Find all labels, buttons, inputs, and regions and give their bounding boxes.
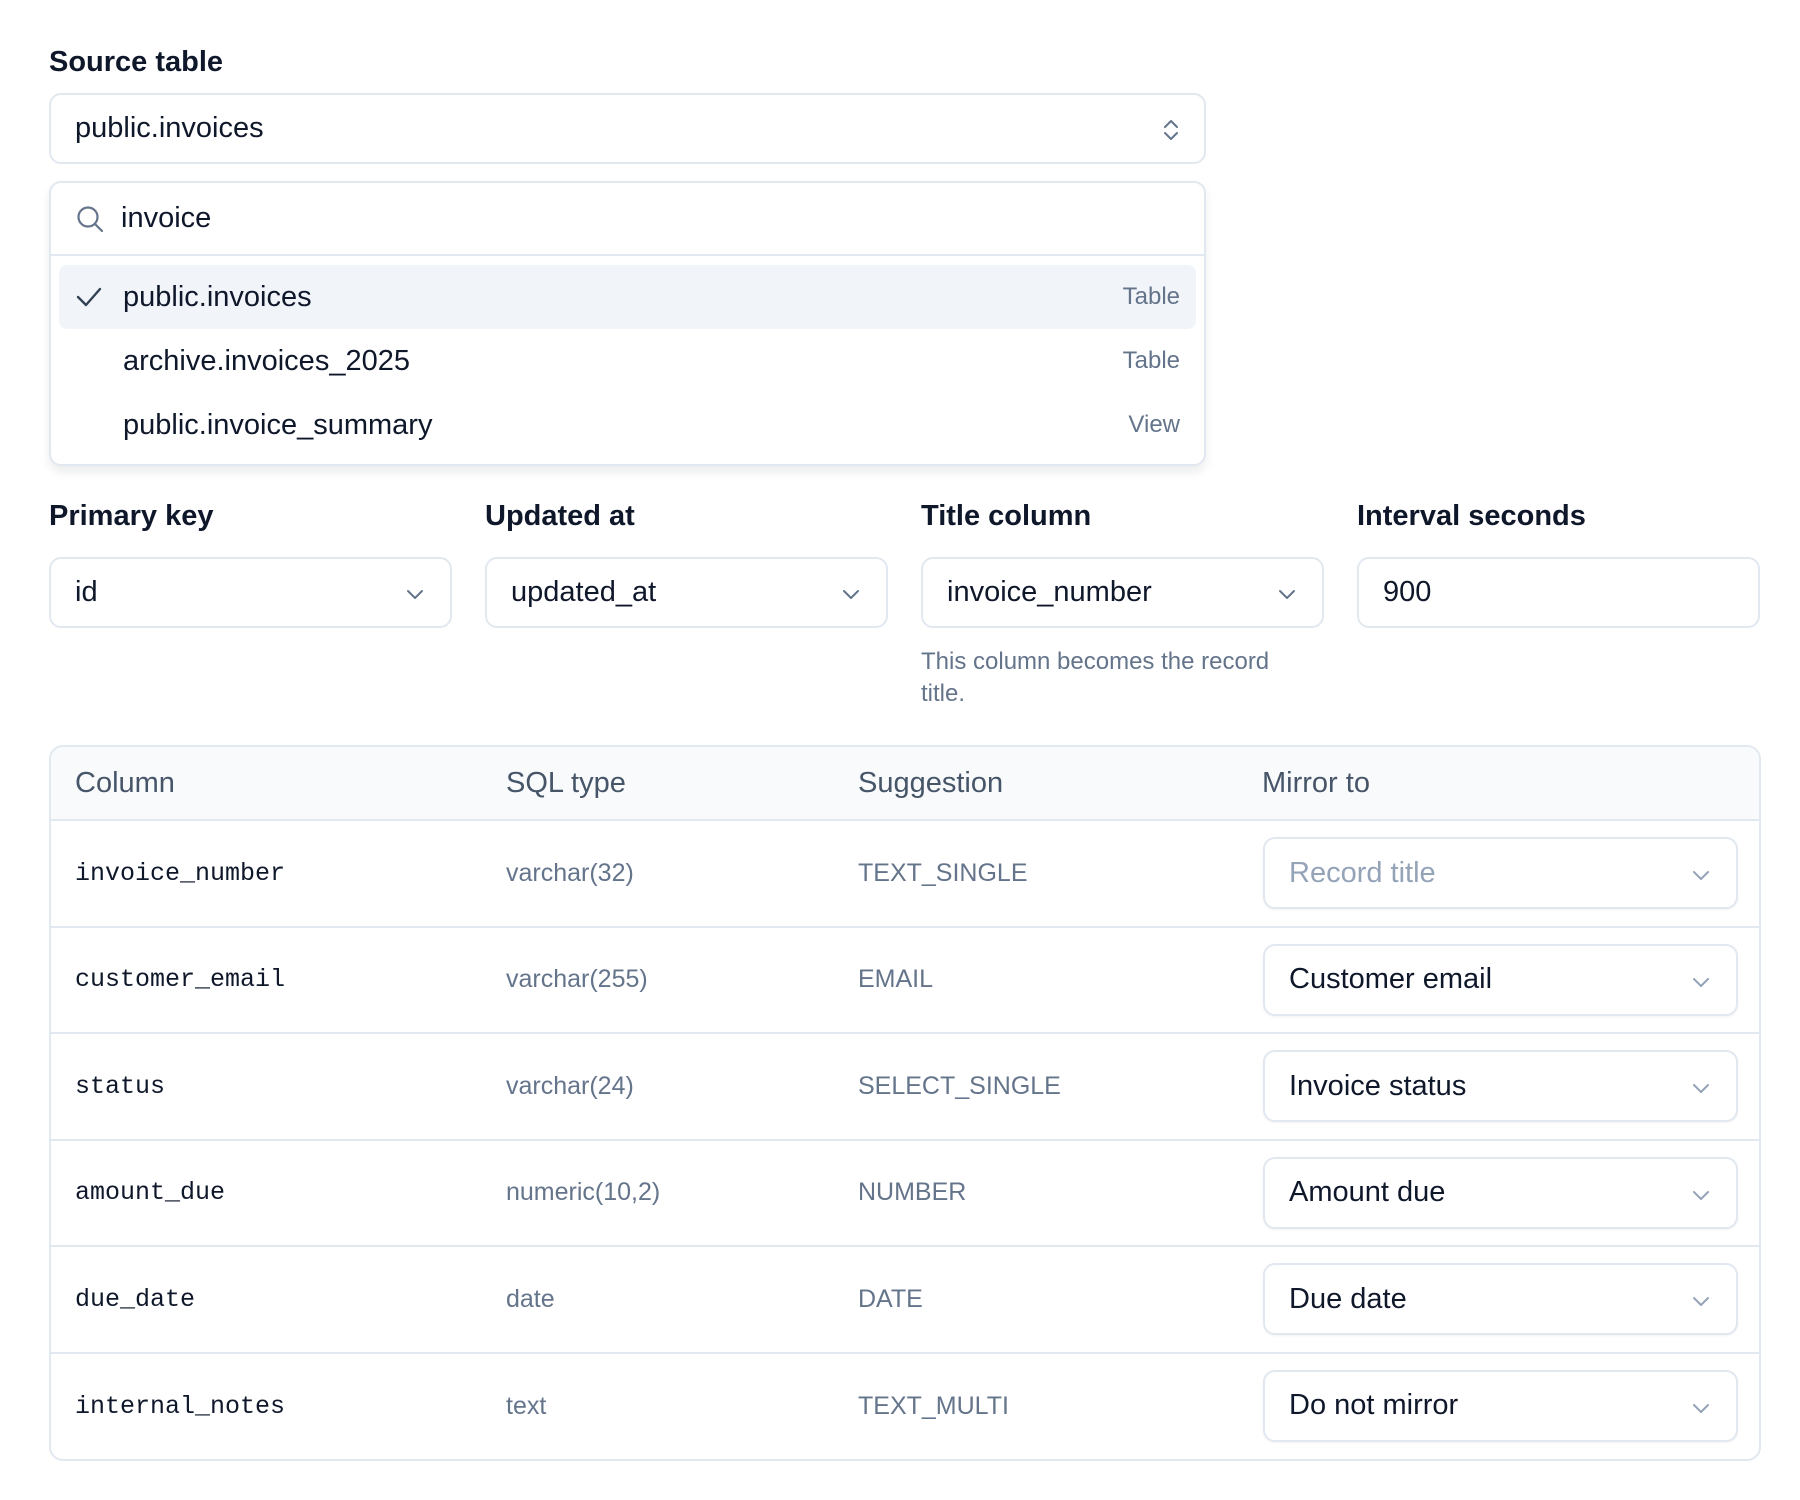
column-name: internal_notes [75, 1392, 286, 1422]
title-column-label: Title column [921, 500, 1092, 532]
chevron-down-icon [1693, 871, 1709, 880]
chevron-down-icon [843, 590, 859, 599]
chevron-down-icon [1693, 1084, 1709, 1093]
option-name: public.invoice_summary [123, 408, 433, 441]
option-kind: Table [1122, 283, 1180, 310]
chevron-down-icon [1693, 977, 1709, 987]
source-table-label: Source table [49, 46, 224, 78]
sql-type: text [506, 1392, 547, 1421]
interval-input[interactable]: 900 [1357, 557, 1760, 628]
chevron-down-icon [1693, 1297, 1709, 1306]
updated-at-value: updated_at [511, 576, 657, 608]
title-column-helper: This column becomes the record title. [921, 648, 1270, 707]
table-row: amount_due numeric(10,2) NUMBER Amount due [51, 1141, 1759, 1247]
option-kind: View [1128, 411, 1180, 438]
search-icon [77, 205, 104, 232]
sql-type: varchar(24) [506, 1071, 634, 1100]
sql-type: varchar(32) [506, 858, 634, 887]
title-column-value: invoice_number [947, 576, 1152, 608]
suggestion: EMAIL [858, 965, 934, 994]
mirror-to-value: Amount due [1289, 1176, 1446, 1208]
option-archive-invoices-2025[interactable]: archive.invoices_2025 Table [59, 329, 1196, 393]
primary-key-value: id [75, 576, 98, 608]
source-table-value: public.invoices [75, 112, 264, 144]
mirror-to-value: Record title [1289, 856, 1436, 889]
chevron-down-icon [407, 590, 423, 599]
primary-key-field: Primary key id [49, 500, 452, 628]
primary-key-label: Primary key [49, 500, 214, 532]
mirror-to-value: Customer email [1289, 963, 1493, 995]
column-name: amount_due [75, 1178, 226, 1208]
table-row: due_date date DATE Due date [51, 1247, 1759, 1354]
sql-type: date [506, 1284, 555, 1313]
chevron-updown-icon [1164, 120, 1178, 140]
mirror-to-value: Invoice status [1289, 1069, 1467, 1102]
option-public-invoice-summary[interactable]: public.invoice_summary View [59, 393, 1196, 457]
table-row: internal_notes text TEXT_MULTI Do not mirro… [51, 1354, 1759, 1460]
column-name: customer_email [75, 965, 286, 995]
header-suggestion: Suggestion [858, 766, 1004, 799]
header-column: Column [75, 766, 175, 799]
mirror-to-select: Record title [1263, 837, 1738, 909]
mirror-to-select[interactable]: Customer email [1263, 943, 1738, 1016]
interval-field: Interval seconds 900 [1357, 500, 1760, 628]
mirror-to-select[interactable]: Invoice status [1263, 1050, 1738, 1122]
option-name: archive.invoices_2025 [123, 344, 410, 377]
chevron-down-icon [1693, 1190, 1709, 1200]
chevron-down-icon [1279, 590, 1295, 599]
option-public-invoices[interactable]: public.invoices Table [59, 265, 1196, 329]
column-name: invoice_number [75, 858, 286, 888]
mirror-to-select[interactable]: Do not mirror [1263, 1369, 1738, 1442]
option-kind: Table [1122, 347, 1180, 374]
mirror-to-value: Due date [1289, 1282, 1407, 1315]
search-row[interactable]: invoice [51, 183, 1204, 256]
source-table-select[interactable]: public.invoices [49, 93, 1206, 164]
chevron-down-icon [1693, 1403, 1709, 1413]
primary-key-select[interactable]: id [49, 557, 452, 628]
option-name: public.invoices [123, 280, 312, 313]
updated-at-select[interactable]: updated_at [485, 557, 888, 628]
source-table-dropdown: invoice public.invoices Table archive.in… [49, 181, 1206, 466]
mirror-to-select[interactable]: Amount due [1263, 1156, 1738, 1229]
table-row: customer_email varchar(255) EMAIL Customer … [51, 928, 1759, 1034]
updated-at-label: Updated at [485, 500, 635, 532]
table-header: Column SQL type Suggestion Mirror to [51, 747, 1759, 821]
sql-type: varchar(255) [506, 965, 648, 994]
suggestion: NUMBER [858, 1178, 967, 1207]
table-row: invoice_number varchar(32) TEXT_SINGLE Reco… [51, 821, 1759, 928]
interval-value: 900 [1383, 576, 1432, 608]
header-sql-type: SQL type [506, 766, 626, 799]
check-icon [76, 287, 102, 307]
updated-at-field: Updated at updated_at [485, 500, 888, 628]
title-column-field: Title column invoice_number This column … [921, 500, 1324, 710]
header-mirror-to: Mirror to [1262, 766, 1370, 799]
table-row: status varchar(24) SELECT_SINGLE Invoice st… [51, 1034, 1759, 1141]
suggestion: DATE [858, 1284, 923, 1313]
column-mapping-table: Column SQL type Suggestion Mirror to inv… [49, 745, 1761, 1461]
title-column-select[interactable]: invoice_number [921, 557, 1324, 628]
column-name: status [75, 1071, 166, 1101]
mirror-to-value: Do not mirror [1289, 1389, 1459, 1421]
interval-label: Interval seconds [1357, 500, 1586, 532]
suggestion: TEXT_MULTI [858, 1392, 1009, 1421]
search-input[interactable]: invoice [121, 202, 211, 235]
suggestion: SELECT_SINGLE [858, 1071, 1061, 1100]
mirror-to-select[interactable]: Due date [1263, 1263, 1738, 1335]
column-name: due_date [75, 1284, 196, 1314]
suggestion: TEXT_SINGLE [858, 858, 1028, 887]
sql-type: numeric(10,2) [506, 1178, 661, 1207]
